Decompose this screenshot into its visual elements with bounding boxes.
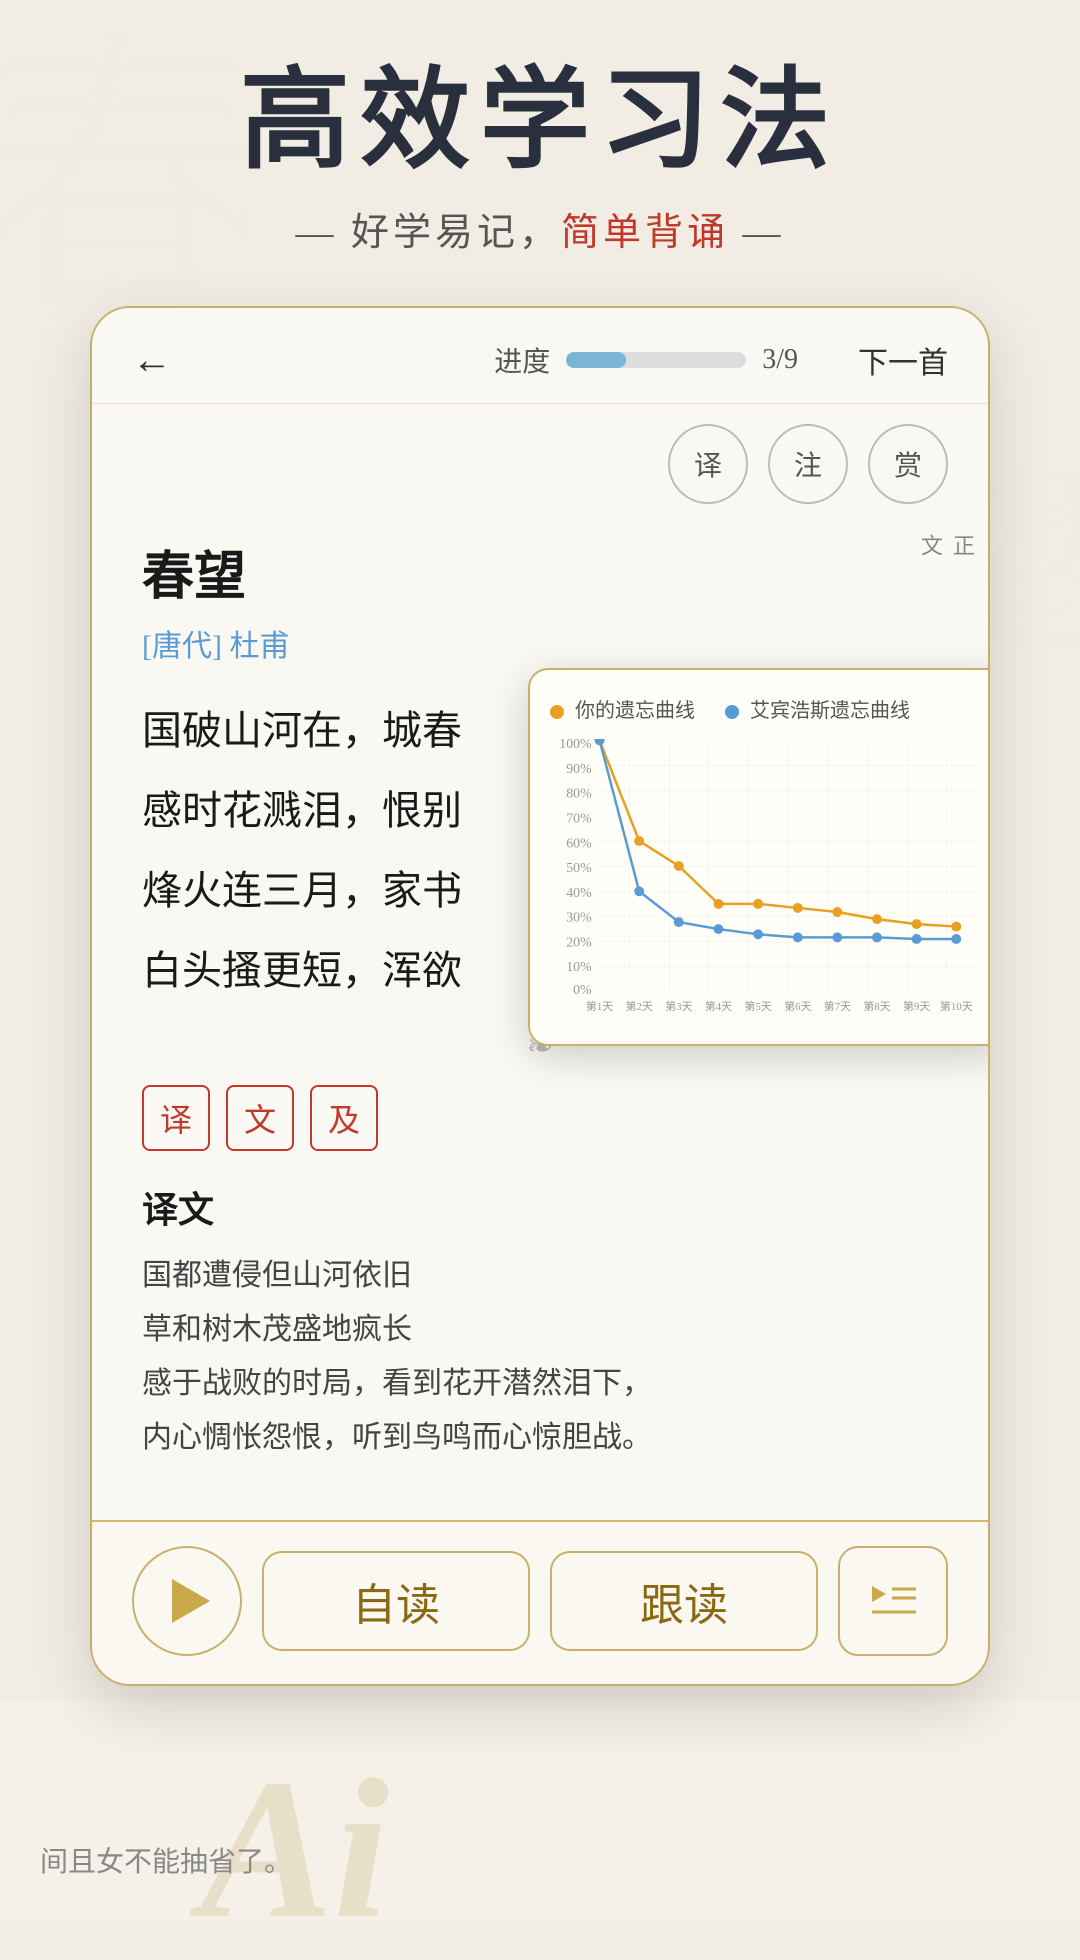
- tag-ji[interactable]: 及: [310, 1085, 378, 1151]
- translate-btn[interactable]: 译: [668, 424, 748, 504]
- progress-bar-container: [566, 352, 746, 368]
- vertical-label: 正文: [914, 534, 978, 560]
- list-play-icon: [866, 1574, 920, 1628]
- next-button[interactable]: 下一首: [858, 338, 948, 382]
- svg-text:20%: 20%: [566, 935, 592, 950]
- subtitle-suffix: —: [729, 212, 785, 254]
- svg-text:50%: 50%: [566, 861, 592, 876]
- svg-text:第5天: 第5天: [744, 999, 771, 1013]
- svg-text:80%: 80%: [566, 787, 592, 802]
- author-name: 杜甫: [229, 630, 289, 663]
- tag-wen[interactable]: 文: [226, 1085, 294, 1151]
- svg-text:40%: 40%: [566, 886, 592, 901]
- list-play-button[interactable]: [838, 1546, 948, 1656]
- action-buttons-row: 译 注 赏: [92, 404, 988, 514]
- ai-section: Ai 间且女不能抽省了。: [0, 1700, 1080, 1920]
- play-button[interactable]: [132, 1546, 242, 1656]
- poem-title: 春望: [142, 534, 938, 609]
- translation-text-1: 国都遭侵但山河依旧: [142, 1249, 938, 1303]
- subtitle-highlight: 简单背诵: [561, 212, 729, 254]
- translation-area: 译文 国都遭侵但山河依旧 草和树木茂盛地疯长 感于战败的时局，看到花开潜然泪下，…: [92, 1171, 988, 1495]
- header-section: 高效学习法 — 好学易记，简单背诵 —: [0, 0, 1080, 286]
- appreciate-btn[interactable]: 赏: [868, 424, 948, 504]
- legend-user: 你的遗忘曲线: [550, 694, 695, 723]
- progress-label: 进度: [494, 340, 550, 380]
- phone-card: ← 进度 3/9 下一首 译 注 赏 正文 春望 [唐代] 杜甫 国破山河在，城…: [90, 306, 990, 1686]
- subtitle: — 好学易记，简单背诵 —: [0, 201, 1080, 256]
- legend-dot-ebbinghaus: [725, 705, 739, 719]
- translation-text-2: 草和树木茂盛地疯长: [142, 1303, 938, 1357]
- ai-description: 间且女不能抽省了。: [40, 1840, 292, 1880]
- play-icon: [172, 1579, 210, 1623]
- svg-text:60%: 60%: [566, 836, 592, 851]
- toolbar: ← 进度 3/9 下一首: [92, 308, 988, 404]
- progress-fraction: 3/9: [762, 344, 798, 376]
- bottom-bar: 自读 跟读: [92, 1520, 988, 1684]
- svg-text:第3天: 第3天: [665, 999, 692, 1013]
- svg-text:第6天: 第6天: [784, 999, 811, 1013]
- svg-text:第9天: 第9天: [903, 999, 930, 1013]
- curve-legend: 你的遗忘曲线 艾宾浩斯遗忘曲线: [550, 694, 986, 723]
- annotation-btn[interactable]: 注: [768, 424, 848, 504]
- tags-row: 译 文 及: [92, 1085, 988, 1171]
- svg-text:第1天: 第1天: [586, 999, 613, 1013]
- legend-ebbinghaus: 艾宾浩斯遗忘曲线: [725, 694, 910, 723]
- svg-text:10%: 10%: [566, 960, 592, 975]
- progress-section: 进度 3/9: [494, 340, 798, 380]
- main-title: 高效学习法: [0, 60, 1080, 181]
- svg-text:第4天: 第4天: [705, 999, 732, 1013]
- tag-yi[interactable]: 译: [142, 1085, 210, 1151]
- back-button[interactable]: ←: [132, 336, 172, 383]
- svg-text:第8天: 第8天: [863, 999, 890, 1013]
- svg-text:第10天: 第10天: [940, 999, 973, 1013]
- svg-text:90%: 90%: [566, 762, 592, 777]
- subtitle-prefix: — 好学易记，: [295, 212, 561, 254]
- progress-bar-fill: [566, 352, 625, 368]
- translation-title: 译文: [142, 1181, 938, 1233]
- curve-card: 你的遗忘曲线 艾宾浩斯遗忘曲线 100% 90% 80% 70% 60% 50%…: [528, 668, 990, 1046]
- translation-text-4: 内心惆怅怨恨，听到鸟鸣而心惊胆战。: [142, 1411, 938, 1465]
- svg-text:第2天: 第2天: [626, 999, 653, 1013]
- legend-dot-user: [550, 705, 564, 719]
- svg-text:100%: 100%: [559, 739, 592, 752]
- translation-text-3: 感于战败的时局，看到花开潜然泪下，: [142, 1357, 938, 1411]
- svg-text:0%: 0%: [573, 983, 592, 998]
- dynasty-bracket: [唐代]: [142, 630, 222, 663]
- svg-text:30%: 30%: [566, 911, 592, 926]
- svg-text:第7天: 第7天: [824, 999, 851, 1013]
- poem-author: [唐代] 杜甫: [142, 621, 938, 665]
- follow-read-button[interactable]: 跟读: [550, 1551, 818, 1651]
- self-read-button[interactable]: 自读: [262, 1551, 530, 1651]
- curve-svg: 100% 90% 80% 70% 60% 50% 40% 30% 20% 10%…: [550, 739, 986, 1019]
- svg-text:70%: 70%: [566, 812, 592, 827]
